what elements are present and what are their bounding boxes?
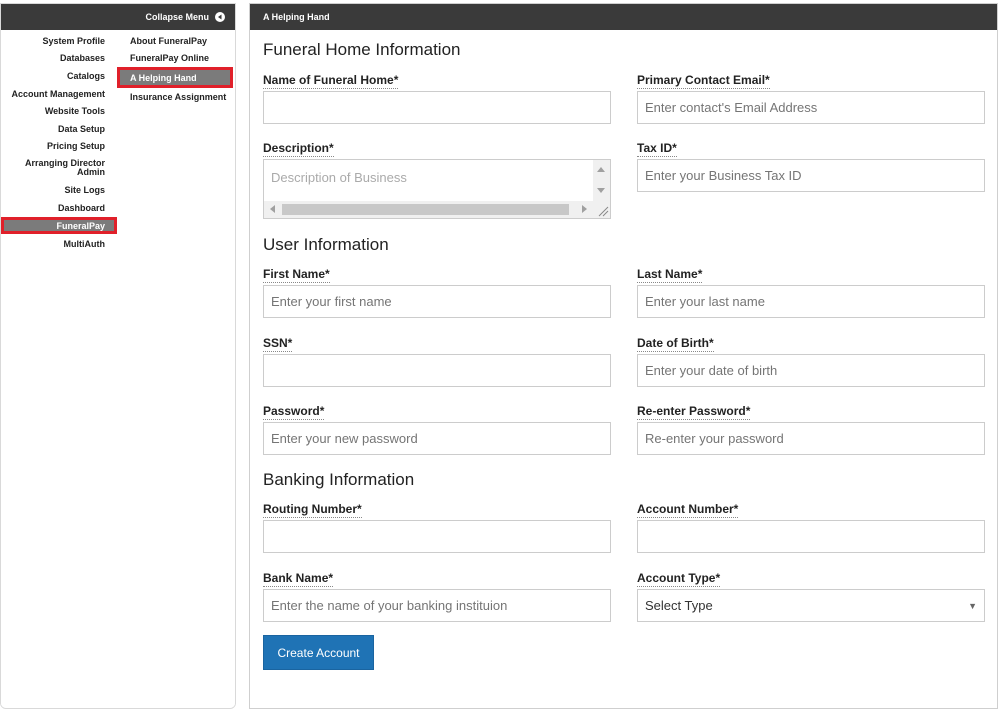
funeral-home-name-input[interactable]: [263, 91, 611, 124]
label-routing-number: Routing Number*: [263, 502, 362, 518]
account-number-input[interactable]: [637, 520, 985, 553]
submenu-item-funeralpay-online[interactable]: FuneralPay Online: [117, 50, 235, 68]
tax-id-input[interactable]: [637, 159, 985, 192]
password-input[interactable]: [263, 422, 611, 455]
primary-email-input[interactable]: [637, 91, 985, 124]
menu-item-data-setup[interactable]: Data Setup: [1, 120, 117, 138]
menu-item-site-logs[interactable]: Site Logs: [1, 181, 117, 199]
last-name-input[interactable]: [637, 285, 985, 318]
section-title-user: User Information: [263, 235, 389, 254]
collapse-menu-label: Collapse Menu: [145, 12, 209, 22]
label-account-type: Account Type*: [637, 571, 721, 587]
scroll-right-arrow-icon[interactable]: [582, 205, 587, 213]
label-last-name: Last Name*: [637, 267, 703, 283]
menu-item-databases[interactable]: Databases: [1, 50, 117, 68]
scroll-down-arrow-icon[interactable]: [597, 188, 605, 193]
menu-item-funeralpay[interactable]: FuneralPay: [1, 217, 117, 235]
section-title-banking: Banking Information: [263, 470, 415, 489]
description-placeholder: Description of Business: [271, 170, 407, 185]
scroll-thumb[interactable]: [282, 204, 569, 215]
menu-item-system-profile[interactable]: System Profile: [1, 32, 117, 50]
collapse-menu-button[interactable]: Collapse Menu: [1, 4, 235, 30]
label-account-number: Account Number*: [637, 502, 739, 518]
account-type-select[interactable]: Select Type ▼: [637, 589, 985, 622]
label-ssn: SSN*: [263, 336, 293, 352]
first-name-input[interactable]: [263, 285, 611, 318]
label-bank-name: Bank Name*: [263, 571, 334, 587]
section-title-funeral-home: Funeral Home Information: [263, 40, 461, 59]
description-vertical-scrollbar[interactable]: [593, 160, 610, 201]
description-horizontal-scrollbar[interactable]: [264, 201, 593, 218]
scroll-left-arrow-icon[interactable]: [270, 205, 275, 213]
account-type-selected-value: Select Type: [645, 598, 713, 613]
create-account-button[interactable]: Create Account: [263, 635, 374, 670]
scroll-up-arrow-icon[interactable]: [597, 167, 605, 172]
sidebar: Collapse Menu System Profile Databases C…: [0, 3, 236, 709]
collapse-arrow-icon: [215, 12, 225, 22]
dropdown-caret-icon: ▼: [968, 600, 977, 611]
primary-menu: System Profile Databases Catalogs Accoun…: [1, 30, 117, 708]
menu-item-catalogs[interactable]: Catalogs: [1, 67, 117, 85]
label-tax-id: Tax ID*: [637, 141, 677, 157]
bank-name-input[interactable]: [263, 589, 611, 622]
main-panel: A Helping Hand Funeral Home Information …: [249, 3, 998, 709]
label-reenter-password: Re-enter Password*: [637, 404, 751, 420]
submenu-item-insurance-assignment[interactable]: Insurance Assignment: [117, 88, 235, 106]
label-description: Description*: [263, 141, 334, 157]
resize-grip-icon[interactable]: [593, 201, 610, 218]
menu-item-pricing-setup[interactable]: Pricing Setup: [1, 138, 117, 156]
label-funeral-home-name: Name of Funeral Home*: [263, 73, 399, 89]
ssn-input[interactable]: [263, 354, 611, 387]
submenu-item-a-helping-hand[interactable]: A Helping Hand: [117, 67, 233, 89]
description-textarea[interactable]: Description of Business: [263, 159, 611, 219]
label-password: Password*: [263, 404, 325, 420]
submenu-item-about-funeralpay[interactable]: About FuneralPay: [117, 32, 235, 50]
label-first-name: First Name*: [263, 267, 330, 283]
label-primary-email: Primary Contact Email*: [637, 73, 770, 89]
panel-header: A Helping Hand: [250, 4, 997, 30]
menu-item-multiauth[interactable]: MultiAuth: [1, 235, 117, 253]
menu-item-account-management[interactable]: Account Management: [1, 85, 117, 103]
routing-number-input[interactable]: [263, 520, 611, 553]
label-date-of-birth: Date of Birth*: [637, 336, 714, 352]
menu-item-arranging-director-admin[interactable]: Arranging Director Admin: [1, 155, 117, 181]
menu-item-dashboard[interactable]: Dashboard: [1, 199, 117, 217]
date-of-birth-input[interactable]: [637, 354, 985, 387]
reenter-password-input[interactable]: [637, 422, 985, 455]
submenu: About FuneralPay FuneralPay Online A Hel…: [117, 30, 235, 708]
menu-item-website-tools[interactable]: Website Tools: [1, 102, 117, 120]
